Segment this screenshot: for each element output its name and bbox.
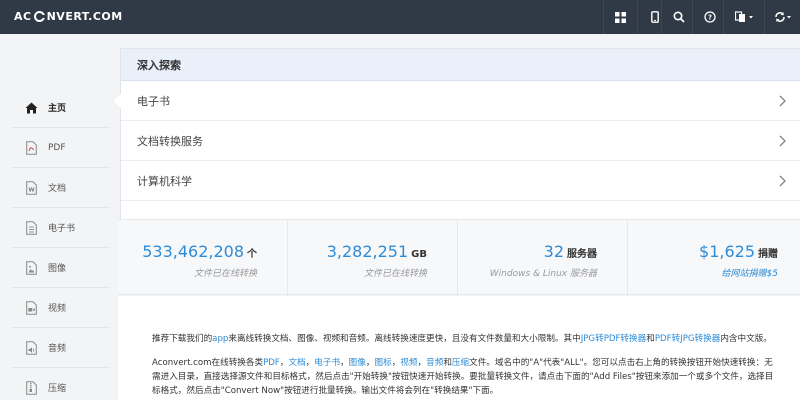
logo-ring-icon: [33, 11, 46, 22]
stat-files-converted: 533,462,208 个 文件已在线转换: [118, 220, 288, 296]
grid-icon: [615, 11, 626, 23]
grid-button[interactable]: [603, 0, 637, 34]
archive-link[interactable]: 压缩: [452, 358, 469, 368]
sidebar-item-archive[interactable]: 压缩: [12, 368, 110, 400]
site-logo[interactable]: AC NVERT.COM: [14, 10, 123, 23]
refresh-button[interactable]: [764, 0, 800, 34]
document-link[interactable]: 文档: [288, 358, 305, 368]
archive-file-icon: [24, 380, 38, 395]
stat-value: 32: [543, 242, 564, 261]
refresh-icon: [774, 12, 791, 22]
help-button[interactable]: ?: [692, 0, 726, 34]
stat-unit: 捐赠: [758, 249, 778, 260]
chevron-right-icon: [779, 175, 786, 187]
explore-item-document-conversion[interactable]: 文档转换服务: [121, 121, 800, 161]
language-button[interactable]: [723, 0, 763, 34]
word-file-icon: W: [24, 180, 38, 195]
mobile-icon: [650, 11, 659, 23]
icon-link[interactable]: 图标: [374, 358, 391, 368]
sidebar-item-label: 主页: [48, 104, 67, 114]
language-icon: [734, 11, 753, 22]
app-link[interactable]: app: [212, 334, 228, 344]
sidebar-item-image[interactable]: 图像: [12, 248, 110, 288]
sidebar-item-label: 电子书: [48, 224, 76, 234]
image-link[interactable]: 图像: [349, 358, 366, 368]
audio-link[interactable]: 音频: [426, 358, 443, 368]
intro-paragraph-1: 推荐下载我们的app来离线转换文档、图像、视频和音频。离线转换速度更快，且没有文…: [152, 332, 778, 346]
image-file-icon: [24, 260, 38, 275]
text: 和: [443, 358, 452, 368]
main-content: 深入探索 电子书 文档转换服务 计算机科学 533,462,208 个 文件已在线…: [113, 34, 800, 400]
explore-item-label: 计算机科学: [137, 174, 192, 188]
pdf-to-jpg-link[interactable]: PDF转JPG转换器: [655, 334, 721, 344]
svg-text:W: W: [28, 187, 34, 193]
explore-item-label: 文档转换服务: [137, 134, 203, 148]
pdf-link[interactable]: PDF: [263, 358, 280, 368]
sidebar-item-video[interactable]: 视频: [12, 288, 110, 328]
stat-caption: 文件已在线转换: [363, 269, 427, 279]
stat-unit: 服务器: [567, 249, 597, 260]
sidebar-item-audio[interactable]: 音频: [12, 328, 110, 368]
stat-unit: GB: [411, 249, 427, 260]
text: Aconvert.com在线转换各类: [152, 358, 264, 368]
text: 内含中文版。: [720, 334, 772, 344]
search-button[interactable]: [661, 0, 695, 34]
sidebar-item-label: 音频: [48, 344, 67, 354]
svg-text:?: ?: [707, 14, 711, 22]
sidebar-item-home[interactable]: 主页: [12, 88, 110, 128]
explore-item-ebook[interactable]: 电子书: [113, 81, 800, 121]
text: 和: [646, 334, 655, 344]
sidebar-item-label: 文档: [48, 184, 67, 194]
stat-donations[interactable]: $1,625 捐赠 给网站捐赠$5: [628, 220, 800, 296]
sidebar-item-label: PDF: [48, 142, 66, 153]
ebook-link[interactable]: 电子书: [314, 358, 340, 368]
stat-caption: Windows & Linux 服务器: [489, 269, 597, 279]
logo-text-left: AC: [14, 10, 32, 23]
chevron-right-icon: [779, 95, 786, 107]
text: ，: [340, 358, 349, 368]
jpg-to-pdf-link[interactable]: JPG转PDF转换器: [581, 334, 647, 344]
search-icon: [672, 11, 685, 23]
pdf-file-icon: [24, 140, 38, 155]
intro-paragraph-2: Aconvert.com在线转换各类PDF，文档，电子书，图像，图标，视频，音频…: [152, 356, 778, 398]
stats-bar: 533,462,208 个 文件已在线转换 3,282,251 GB 文件已在线转换…: [118, 219, 800, 296]
text: 推荐下载我们的: [152, 334, 213, 344]
stat-unit: 个: [247, 249, 257, 260]
stat-value: 533,462,208: [142, 242, 244, 261]
text: ，: [391, 358, 401, 368]
text: ，: [305, 358, 315, 368]
stat-gb-converted: 3,282,251 GB 文件已在线转换: [288, 220, 458, 296]
top-bar: AC NVERT.COM ?: [0, 0, 800, 34]
text: ，: [417, 358, 427, 368]
audio-file-icon: [24, 340, 38, 355]
video-file-icon: [24, 300, 38, 315]
home-icon: [24, 101, 38, 115]
chevron-right-icon: [779, 135, 786, 147]
explore-title: 深入探索: [121, 49, 800, 81]
intro-text: 推荐下载我们的app来离线转换文档、图像、视频和音频。离线转换速度更快，且没有文…: [118, 296, 800, 400]
sidebar-item-label: 视频: [48, 304, 67, 314]
sidebar-item-pdf[interactable]: PDF: [12, 128, 110, 168]
explore-panel: 深入探索 电子书 文档转换服务 计算机科学: [113, 49, 800, 239]
donate-link[interactable]: 给网站捐赠$5: [722, 266, 778, 279]
explore-item-computer-science[interactable]: 计算机科学: [121, 161, 800, 201]
help-icon: ?: [703, 11, 716, 23]
stat-value: $1,625: [699, 242, 755, 261]
explore-item-label: 电子书: [137, 94, 170, 108]
stat-caption: 文件已在线转换: [193, 269, 257, 279]
sidebar: 主页 PDF W 文档 电子书 图像 视频 音频 压缩: [0, 34, 118, 400]
sidebar-item-document[interactable]: W 文档: [12, 168, 110, 208]
sidebar-item-label: 图像: [48, 264, 67, 274]
sidebar-item-ebook[interactable]: 电子书: [12, 208, 110, 248]
stat-servers: 32 服务器 Windows & Linux 服务器: [458, 220, 628, 296]
sidebar-item-label: 压缩: [48, 384, 67, 394]
logo-text-right: NVERT.COM: [46, 10, 123, 23]
text: 来离线转换文档、图像、视频和音频。离线转换速度更快，且没有文件数量和大小限制。其…: [228, 334, 581, 344]
ebook-file-icon: [24, 220, 38, 235]
video-link[interactable]: 视频: [400, 358, 417, 368]
stat-value: 3,282,251: [326, 242, 409, 261]
